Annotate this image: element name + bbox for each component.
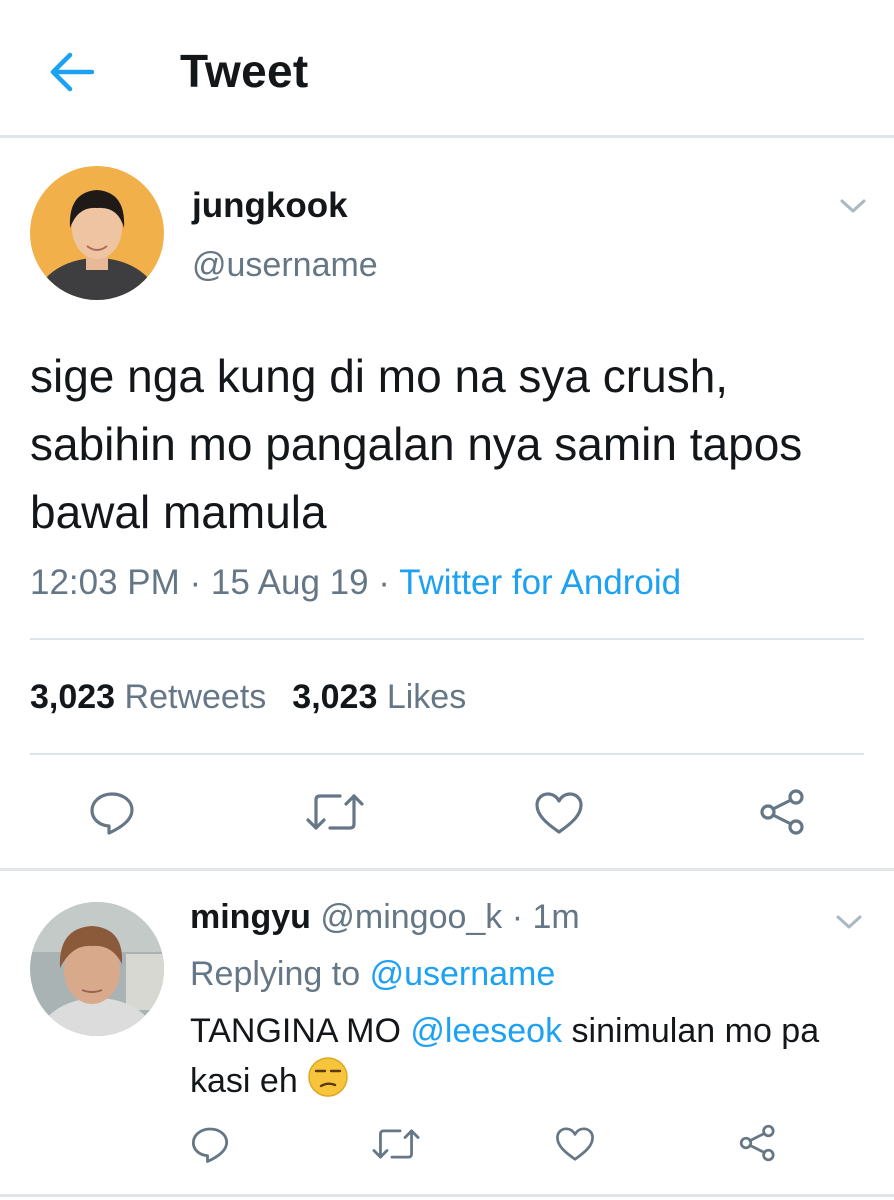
likes-label: Likes [386,678,467,716]
reply-share-button[interactable] [738,1123,778,1163]
meta-separator: · [502,898,533,936]
section-divider [0,868,894,871]
tweet-stats: 3,023 Retweets 3,023 Likes [30,678,466,717]
tweet-time: 12:03 PM [30,563,180,602]
page-title: Tweet [180,45,309,97]
reply-icon [191,1127,229,1163]
retweet-icon [306,794,364,830]
reply-author-handle[interactable]: @mingoo_k [320,898,502,936]
reply-author-name[interactable]: mingyu [190,898,311,936]
reply-icon [90,792,134,835]
reply-header: mingyu @mingoo_k · 1m [190,898,580,937]
unamused-face-emoji [308,1057,348,1097]
likes-stat[interactable]: 3,023 Likes [292,678,466,716]
like-button[interactable] [534,790,584,836]
likes-count: 3,023 [292,678,378,716]
reply-age: 1m [532,898,580,936]
tweet-meta: 12:03 PM · 15 Aug 19 · Twitter for Andro… [30,563,681,603]
author-avatar[interactable] [30,166,164,300]
tweet-date: 15 Aug 19 [210,563,369,602]
retweets-count: 3,023 [30,678,116,716]
divider [30,753,864,755]
meta-separator: · [368,563,400,602]
share-icon [760,789,804,835]
replying-to-mention[interactable]: @username [370,955,556,993]
reply-button[interactable] [88,788,136,836]
reply-author-avatar[interactable] [30,902,164,1036]
retweets-label: Retweets [124,678,267,716]
reply-text-before: TANGINA MO [190,1012,411,1050]
reply-text: TANGINA MO @leeseok sinimulan mo pa kasi… [190,1006,880,1106]
reply-like-button[interactable] [555,1125,595,1163]
chevron-down-icon[interactable] [838,196,868,216]
retweet-button[interactable] [306,790,364,834]
share-button[interactable] [758,788,808,836]
tweet-text: sige nga kung di mo na sya crush, sabihi… [30,350,803,538]
replying-to: Replying to @username [190,955,555,994]
replying-prefix: Replying to [190,955,361,993]
bottom-divider [0,1194,894,1197]
reply-reply-button[interactable] [190,1124,230,1164]
reply-mention[interactable]: @leeseok [410,1012,562,1050]
like-icon [535,792,583,834]
author-name[interactable]: jungkook [192,186,348,226]
share-icon [739,1124,775,1162]
retweet-icon [372,1129,420,1159]
tweet-source-link[interactable]: Twitter for Android [399,563,681,602]
like-icon [556,1127,594,1161]
divider [30,638,864,640]
retweets-stat[interactable]: 3,023 Retweets [30,678,266,716]
reply-retweet-button[interactable] [372,1126,420,1162]
top-bar: Tweet [0,0,894,138]
arrow-left-icon[interactable] [48,50,94,94]
meta-separator: · [179,563,211,602]
chevron-down-icon[interactable] [834,912,864,932]
author-handle[interactable]: @username [192,246,378,285]
